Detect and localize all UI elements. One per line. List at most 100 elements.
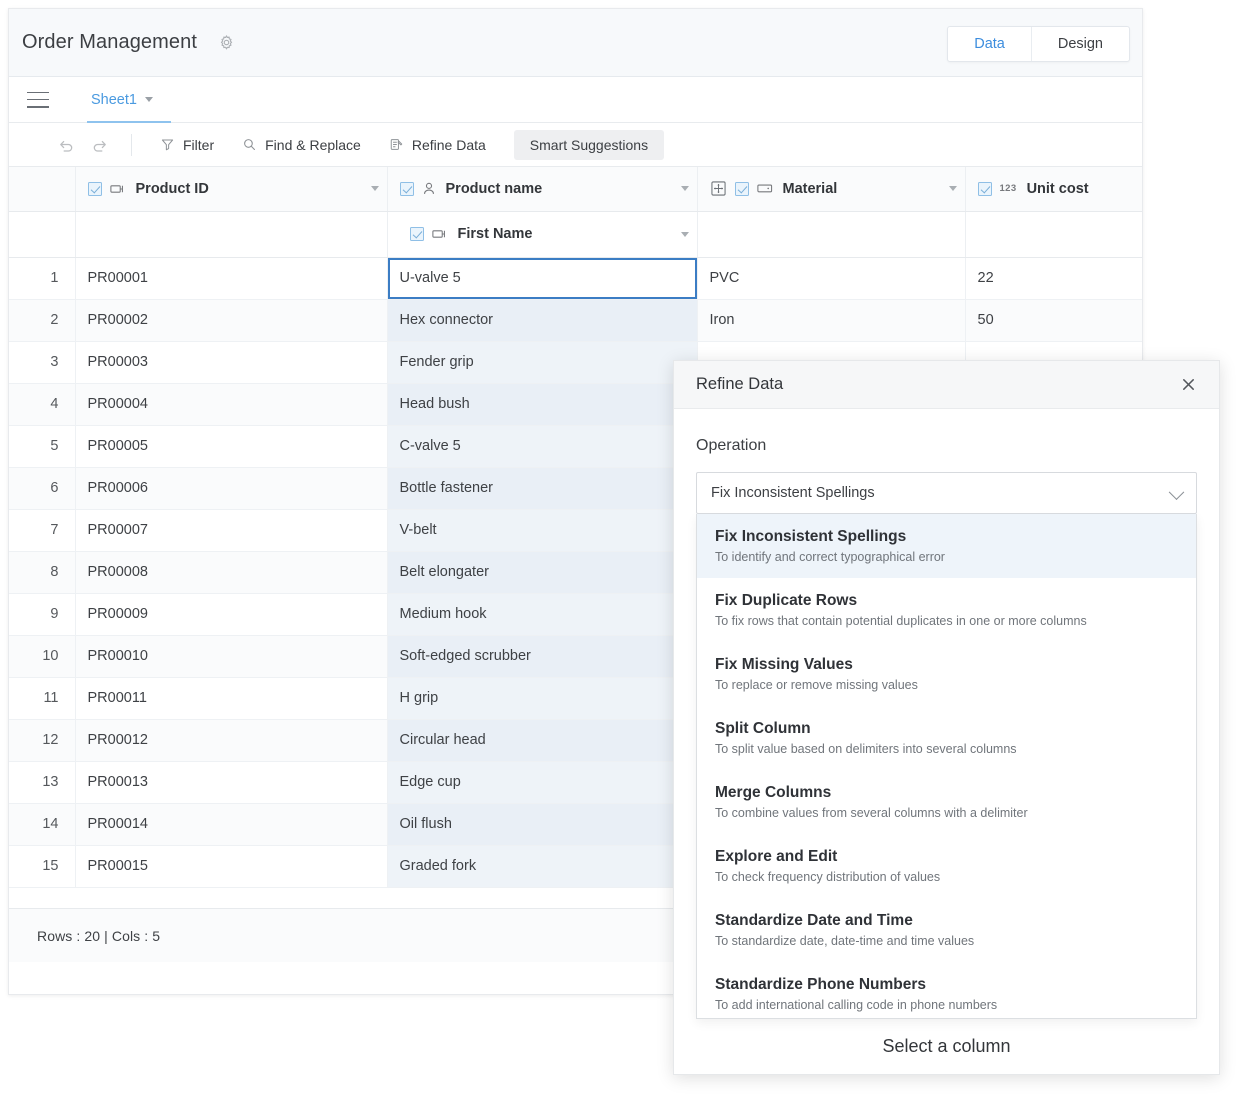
refine-data-button[interactable]: Refine Data — [375, 130, 500, 160]
tab-data[interactable]: Data — [948, 27, 1031, 61]
tab-design[interactable]: Design — [1031, 27, 1129, 61]
cell-product-id[interactable]: PR00008 — [75, 551, 387, 593]
cell-product-name[interactable]: Head bush — [387, 383, 697, 425]
column-header-product-name[interactable]: Product name — [387, 167, 697, 211]
cell-product-name[interactable]: Belt elongater — [387, 551, 697, 593]
find-replace-button[interactable]: Find & Replace — [228, 130, 375, 160]
undo-icon[interactable] — [49, 130, 83, 160]
operation-option[interactable]: Standardize Date and TimeTo standardize … — [697, 898, 1196, 962]
hamburger-icon[interactable] — [27, 92, 49, 108]
cell-product-id[interactable]: PR00002 — [75, 299, 387, 341]
cell-product-id[interactable]: PR00011 — [75, 677, 387, 719]
column-menu-caret-product-id[interactable] — [371, 186, 379, 191]
column-checkbox-product-name[interactable] — [400, 182, 414, 196]
operation-select-value: Fix Inconsistent Spellings — [711, 485, 875, 501]
cell-product-id[interactable]: PR00001 — [75, 257, 387, 299]
cell-product-id[interactable]: PR00003 — [75, 341, 387, 383]
toolbar: Filter Find & Replace — [9, 123, 1142, 167]
chevron-down-icon[interactable] — [145, 97, 153, 102]
title-bar: Order Management Data Design — [9, 9, 1142, 77]
operation-option[interactable]: Standardize Phone NumbersTo add internat… — [697, 962, 1196, 1019]
cell-product-name[interactable]: U-valve 5 — [387, 257, 697, 299]
smart-suggestions-button[interactable]: Smart Suggestions — [514, 130, 664, 160]
column-checkbox-material[interactable] — [735, 182, 749, 196]
cell-product-id[interactable]: PR00014 — [75, 803, 387, 845]
cell-product-id[interactable]: PR00012 — [75, 719, 387, 761]
cell-product-id[interactable]: PR00006 — [75, 467, 387, 509]
subcolumn-checkbox-first-name[interactable] — [410, 227, 424, 241]
cell-product-name[interactable]: V-belt — [387, 509, 697, 551]
cell-product-name[interactable]: H grip — [387, 677, 697, 719]
row-number-cell: 12 — [9, 719, 75, 761]
cell-product-name[interactable]: Edge cup — [387, 761, 697, 803]
operation-option[interactable]: Fix Duplicate RowsTo fix rows that conta… — [697, 578, 1196, 642]
cell-product-id[interactable]: PR00010 — [75, 635, 387, 677]
cell-material[interactable]: PVC — [697, 257, 965, 299]
operation-option[interactable]: Fix Missing ValuesTo replace or remove m… — [697, 642, 1196, 706]
cell-product-id[interactable]: PR00005 — [75, 425, 387, 467]
cell-product-name[interactable]: Hex connector — [387, 299, 697, 341]
text-field-icon — [432, 227, 448, 241]
operation-option-title: Fix Duplicate Rows — [715, 592, 1178, 610]
cell-product-name[interactable]: Graded fork — [387, 845, 697, 887]
cell-product-name[interactable]: Oil flush — [387, 803, 697, 845]
operation-option[interactable]: Explore and EditTo check frequency distr… — [697, 834, 1196, 898]
operation-option-title: Merge Columns — [715, 784, 1178, 802]
column-header-material[interactable]: Material — [697, 167, 965, 211]
column-menu-caret-material[interactable] — [949, 186, 957, 191]
move-handle-icon[interactable] — [710, 180, 727, 197]
cell-product-id[interactable]: PR00004 — [75, 383, 387, 425]
column-header-product-id[interactable]: Product ID — [75, 167, 387, 211]
refine-data-icon — [389, 137, 404, 152]
operation-option-description: To identify and correct typographical er… — [715, 550, 1178, 564]
cell-product-name[interactable]: Soft-edged scrubber — [387, 635, 697, 677]
subheader-empty-product-id — [75, 211, 387, 257]
find-replace-label: Find & Replace — [265, 137, 361, 153]
subheader-first-name[interactable]: First Name — [387, 211, 697, 257]
cell-product-name[interactable]: Bottle fastener — [387, 467, 697, 509]
cell-product-id[interactable]: PR00007 — [75, 509, 387, 551]
cell-unit-cost[interactable]: 50 — [965, 299, 1142, 341]
row-number-cell: 4 — [9, 383, 75, 425]
text-field-icon — [110, 182, 126, 196]
table-row[interactable]: 1PR00001U-valve 5PVC22 — [9, 257, 1142, 299]
row-number-cell: 8 — [9, 551, 75, 593]
subcolumn-menu-caret-first-name[interactable] — [681, 232, 689, 237]
operation-field-label: Operation — [696, 437, 1197, 455]
cell-product-name[interactable]: Circular head — [387, 719, 697, 761]
dialog-header: Refine Data — [674, 361, 1219, 409]
cell-material[interactable]: Iron — [697, 299, 965, 341]
dialog-body: Operation Fix Inconsistent Spellings Fix… — [674, 409, 1219, 1019]
view-mode-tabs: Data Design — [947, 26, 1130, 62]
status-row-col-count: Rows : 20 | Cols : 5 — [37, 928, 160, 944]
chevron-down-icon[interactable] — [1169, 485, 1185, 501]
close-icon[interactable] — [1177, 374, 1199, 396]
operation-dropdown-list: Fix Inconsistent SpellingsTo identify an… — [696, 514, 1197, 1019]
column-label-product-id: Product ID — [136, 181, 209, 197]
grid-subheader-row: First Name — [9, 211, 1142, 257]
row-number-cell: 15 — [9, 845, 75, 887]
operation-option[interactable]: Split ColumnTo split value based on deli… — [697, 706, 1196, 770]
operation-select[interactable]: Fix Inconsistent Spellings — [696, 472, 1197, 514]
cell-product-id[interactable]: PR00009 — [75, 593, 387, 635]
cell-product-id[interactable]: PR00015 — [75, 845, 387, 887]
operation-option[interactable]: Fix Inconsistent SpellingsTo identify an… — [697, 514, 1196, 578]
cell-product-id[interactable]: PR00013 — [75, 761, 387, 803]
column-header-unit-cost[interactable]: 123 Unit cost — [965, 167, 1142, 211]
table-row[interactable]: 2PR00002Hex connectorIron50 — [9, 299, 1142, 341]
operation-option-title: Standardize Date and Time — [715, 912, 1178, 930]
cell-product-name[interactable]: Medium hook — [387, 593, 697, 635]
cell-product-name[interactable]: C-valve 5 — [387, 425, 697, 467]
select-a-column-text: Select a column — [882, 1036, 1010, 1057]
column-checkbox-unit-cost[interactable] — [978, 182, 992, 196]
column-menu-caret-product-name[interactable] — [681, 186, 689, 191]
column-checkbox-product-id[interactable] — [88, 182, 102, 196]
dialog-title: Refine Data — [696, 375, 783, 394]
gear-icon[interactable] — [215, 32, 237, 54]
filter-button[interactable]: Filter — [146, 130, 228, 160]
cell-product-name[interactable]: Fender grip — [387, 341, 697, 383]
sheet-tab-sheet1[interactable]: Sheet1 — [87, 77, 171, 123]
cell-unit-cost[interactable]: 22 — [965, 257, 1142, 299]
redo-icon[interactable] — [83, 130, 117, 160]
operation-option[interactable]: Merge ColumnsTo combine values from seve… — [697, 770, 1196, 834]
